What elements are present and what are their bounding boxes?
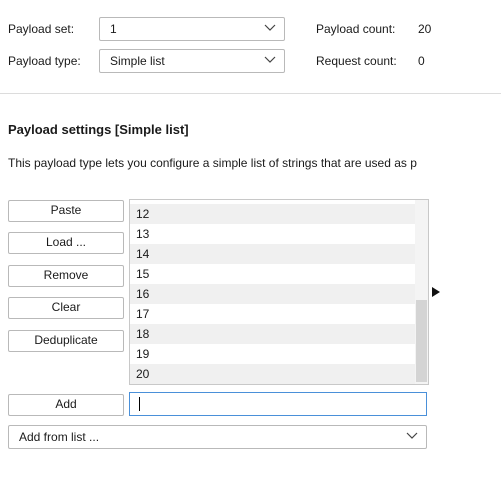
payload-count-value: 20 bbox=[418, 22, 432, 36]
request-count-label: Request count: bbox=[316, 54, 397, 68]
chevron-down-icon bbox=[264, 24, 276, 31]
payload-count-label: Payload count: bbox=[316, 22, 396, 36]
chevron-down-icon bbox=[264, 56, 276, 63]
list-item[interactable]: 12 bbox=[130, 204, 416, 224]
payload-list[interactable]: 12 13 14 15 16 17 18 19 20 bbox=[129, 199, 429, 385]
request-count-value: 0 bbox=[418, 54, 425, 68]
list-scrollbar-thumb[interactable] bbox=[416, 300, 427, 382]
payload-type-select[interactable]: Simple list bbox=[99, 49, 285, 73]
triangle-right-icon[interactable] bbox=[431, 286, 441, 298]
clear-button[interactable]: Clear bbox=[8, 297, 124, 319]
add-button[interactable]: Add bbox=[8, 394, 124, 416]
section-divider bbox=[0, 93, 501, 94]
add-item-input[interactable] bbox=[129, 392, 427, 416]
remove-button[interactable]: Remove bbox=[8, 265, 124, 287]
list-item[interactable]: 15 bbox=[130, 264, 416, 284]
payload-type-value: Simple list bbox=[110, 54, 165, 68]
text-caret bbox=[139, 397, 140, 411]
list-scrollbar[interactable] bbox=[415, 200, 428, 384]
paste-button[interactable]: Paste bbox=[8, 200, 124, 222]
list-item[interactable]: 16 bbox=[130, 284, 416, 304]
list-item[interactable]: 20 bbox=[130, 364, 416, 384]
chevron-down-icon bbox=[406, 432, 418, 439]
payload-type-label: Payload type: bbox=[8, 54, 81, 68]
deduplicate-button[interactable]: Deduplicate bbox=[8, 330, 124, 352]
payload-set-select[interactable]: 1 bbox=[99, 17, 285, 41]
add-from-list-select[interactable]: Add from list ... bbox=[8, 425, 427, 449]
list-item[interactable]: 17 bbox=[130, 304, 416, 324]
payload-set-label: Payload set: bbox=[8, 22, 75, 36]
payload-settings-description: This payload type lets you configure a s… bbox=[8, 156, 417, 170]
add-from-list-value: Add from list ... bbox=[19, 430, 100, 444]
payload-settings-heading: Payload settings [Simple list] bbox=[8, 122, 189, 137]
list-item[interactable]: 14 bbox=[130, 244, 416, 264]
list-item[interactable]: 18 bbox=[130, 324, 416, 344]
load-button[interactable]: Load ... bbox=[8, 232, 124, 254]
payload-set-value: 1 bbox=[110, 22, 117, 36]
list-item[interactable]: 13 bbox=[130, 224, 416, 244]
list-item[interactable]: 19 bbox=[130, 344, 416, 364]
